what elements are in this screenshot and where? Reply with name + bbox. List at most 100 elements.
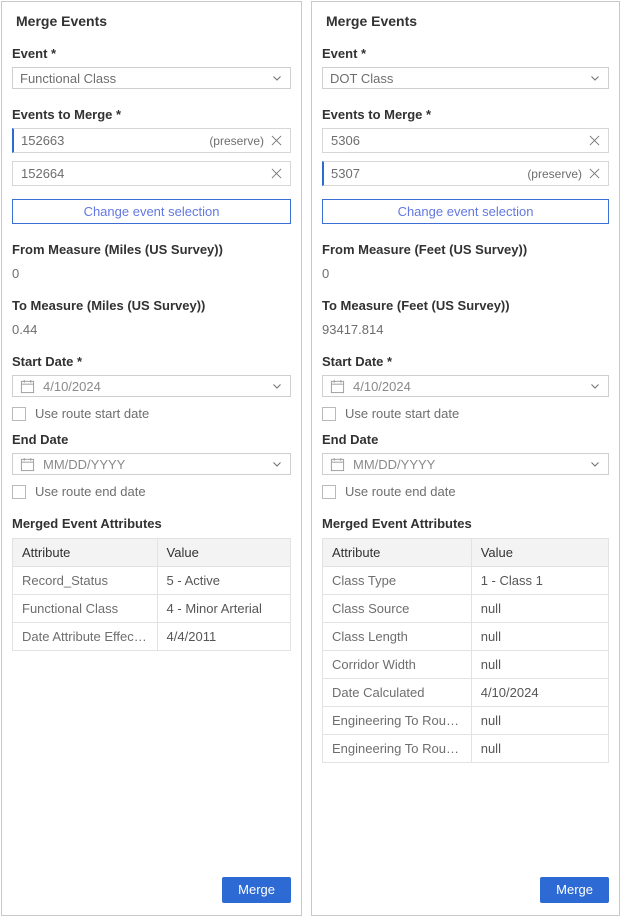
- preserve-tag: (preserve): [527, 167, 582, 181]
- start-date-value: 4/10/2024: [43, 379, 271, 394]
- value-cell: 4/4/2011: [157, 623, 290, 651]
- chevron-down-icon: [589, 72, 601, 84]
- chevron-down-icon: [271, 72, 283, 84]
- event-id: 5306: [331, 133, 589, 148]
- end-date-picker[interactable]: MM/DD/YYYY: [322, 453, 609, 475]
- use-route-end-date-checkbox[interactable]: Use route end date: [12, 484, 291, 499]
- attribute-column-header: Attribute: [13, 539, 158, 567]
- merge-button[interactable]: Merge: [222, 877, 291, 903]
- page-title: Merge Events: [326, 13, 609, 29]
- remove-event-icon[interactable]: [271, 135, 282, 146]
- merged-event-attributes-table: Attribute Value Record_Status 5 - Active…: [12, 538, 291, 651]
- attribute-cell: Corridor Width: [323, 651, 472, 679]
- table-row: Functional Class 4 - Minor Arterial: [13, 595, 291, 623]
- event-select[interactable]: DOT Class: [322, 67, 609, 89]
- merged-event-attributes-table: Attribute Value Class Type 1 - Class 1 C…: [322, 538, 609, 763]
- attribute-cell: Date Calculated: [323, 679, 472, 707]
- preserve-tag: (preserve): [209, 134, 264, 148]
- attribute-cell: Class Type: [323, 567, 472, 595]
- calendar-icon: [20, 379, 35, 394]
- use-route-end-date-checkbox[interactable]: Use route end date: [322, 484, 609, 499]
- from-measure-label: From Measure (Feet (US Survey)): [322, 242, 609, 257]
- chevron-down-icon: [271, 458, 283, 470]
- use-route-start-date-checkbox[interactable]: Use route start date: [12, 406, 291, 421]
- remove-event-icon[interactable]: [589, 135, 600, 146]
- event-to-merge-input[interactable]: 5306: [322, 128, 609, 153]
- event-to-merge-input[interactable]: 152663 (preserve): [12, 128, 291, 153]
- change-event-selection-button[interactable]: Change event selection: [12, 199, 291, 224]
- to-measure-label: To Measure (Miles (US Survey)): [12, 298, 291, 313]
- value-cell: 1 - Class 1: [471, 567, 608, 595]
- start-date-label: Start Date *: [12, 354, 291, 369]
- merge-events-panel-functional-class: Merge Events Event * Functional Class Ev…: [1, 1, 302, 916]
- table-row: Date Calculated 4/10/2024: [323, 679, 609, 707]
- to-measure-label: To Measure (Feet (US Survey)): [322, 298, 609, 313]
- use-route-start-date-label: Use route start date: [35, 406, 149, 421]
- remove-event-icon[interactable]: [589, 168, 600, 179]
- from-measure-value: 0: [12, 266, 291, 281]
- calendar-icon: [330, 457, 345, 472]
- attribute-cell: Class Length: [323, 623, 472, 651]
- from-measure-label: From Measure (Miles (US Survey)): [12, 242, 291, 257]
- checkbox-icon: [322, 407, 336, 421]
- use-route-start-date-label: Use route start date: [345, 406, 459, 421]
- chevron-down-icon: [589, 380, 601, 392]
- attribute-cell: Class Source: [323, 595, 472, 623]
- start-date-value: 4/10/2024: [353, 379, 589, 394]
- chevron-down-icon: [589, 458, 601, 470]
- table-row: Record_Status 5 - Active: [13, 567, 291, 595]
- value-cell: 4/10/2024: [471, 679, 608, 707]
- events-to-merge-label: Events to Merge *: [12, 107, 291, 122]
- checkbox-icon: [12, 407, 26, 421]
- use-route-end-date-label: Use route end date: [35, 484, 146, 499]
- event-label: Event *: [322, 46, 609, 61]
- event-select-value: DOT Class: [330, 71, 393, 86]
- checkbox-icon: [322, 485, 336, 499]
- start-date-picker[interactable]: 4/10/2024: [12, 375, 291, 397]
- value-cell: null: [471, 623, 608, 651]
- event-select-value: Functional Class: [20, 71, 116, 86]
- start-date-label: Start Date *: [322, 354, 609, 369]
- value-cell: null: [471, 595, 608, 623]
- attribute-column-header: Attribute: [323, 539, 472, 567]
- event-id: 152663: [21, 133, 209, 148]
- end-date-picker[interactable]: MM/DD/YYYY: [12, 453, 291, 475]
- page-title: Merge Events: [16, 13, 291, 29]
- table-row: Class Type 1 - Class 1: [323, 567, 609, 595]
- merged-event-attributes-title: Merged Event Attributes: [12, 516, 291, 531]
- event-select[interactable]: Functional Class: [12, 67, 291, 89]
- table-row: Engineering To RouteID null: [323, 707, 609, 735]
- event-to-merge-input[interactable]: 152664: [12, 161, 291, 186]
- from-measure-value: 0: [322, 266, 609, 281]
- table-row: Corridor Width null: [323, 651, 609, 679]
- to-measure-value: 0.44: [12, 322, 291, 337]
- value-cell: null: [471, 735, 608, 763]
- events-to-merge-label: Events to Merge *: [322, 107, 609, 122]
- use-route-end-date-label: Use route end date: [345, 484, 456, 499]
- use-route-start-date-checkbox[interactable]: Use route start date: [322, 406, 609, 421]
- value-column-header: Value: [157, 539, 290, 567]
- attribute-cell: Functional Class: [13, 595, 158, 623]
- calendar-icon: [330, 379, 345, 394]
- event-to-merge-input[interactable]: 5307 (preserve): [322, 161, 609, 186]
- table-row: Engineering To Route ... null: [323, 735, 609, 763]
- merge-button[interactable]: Merge: [540, 877, 609, 903]
- remove-event-icon[interactable]: [271, 168, 282, 179]
- event-label: Event *: [12, 46, 291, 61]
- value-cell: null: [471, 707, 608, 735]
- value-cell: 5 - Active: [157, 567, 290, 595]
- attribute-cell: Engineering To Route ...: [323, 735, 472, 763]
- end-date-label: End Date: [322, 432, 609, 447]
- merge-events-panels: Merge Events Event * Functional Class Ev…: [0, 0, 621, 917]
- table-row: Date Attribute Effective 4/4/2011: [13, 623, 291, 651]
- end-date-placeholder: MM/DD/YYYY: [43, 457, 271, 472]
- table-row: Class Length null: [323, 623, 609, 651]
- start-date-picker[interactable]: 4/10/2024: [322, 375, 609, 397]
- event-id: 152664: [21, 166, 271, 181]
- attribute-cell: Date Attribute Effective: [13, 623, 158, 651]
- change-event-selection-button[interactable]: Change event selection: [322, 199, 609, 224]
- value-cell: 4 - Minor Arterial: [157, 595, 290, 623]
- calendar-icon: [20, 457, 35, 472]
- to-measure-value: 93417.814: [322, 322, 609, 337]
- merged-event-attributes-title: Merged Event Attributes: [322, 516, 609, 531]
